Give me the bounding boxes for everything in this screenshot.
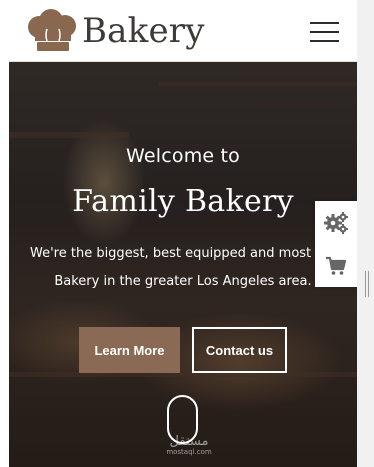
hero-section: Welcome to Family Bakery We're the bigge… [9,62,357,467]
scrollbar-handle[interactable] [365,271,369,297]
gears-icon [324,211,348,234]
cart-icon [326,256,347,275]
logo-link[interactable]: Bakery [25,9,205,53]
chef-hat-icon [28,9,76,51]
menu-bar [310,40,339,42]
side-widget [315,201,357,287]
hero-welcome-text: Welcome to [125,145,241,167]
logo-text: Bakery [82,11,205,51]
page-frame: Bakery Welcome to Family Bakery We're th… [9,0,357,467]
learn-more-button[interactable]: Learn More [79,327,180,373]
settings-button[interactable] [315,201,357,244]
menu-bar [310,22,339,24]
contact-us-button[interactable]: Contact us [192,327,287,373]
site-header: Bakery [9,0,357,62]
hero-title: Family Bakery [72,184,294,219]
hero-description-line2: Bakery in the greater Los Angeles area. [54,274,312,289]
watermark-arabic: مستقل [169,434,209,449]
watermark: مستقل mostaql.com [149,434,229,456]
page-scrollbar-track [357,0,374,467]
hamburger-menu-icon[interactable] [310,18,340,44]
hero-description-line1: We're the biggest, best equipped and mos… [30,246,356,261]
menu-bar [310,31,339,33]
watermark-latin: mostaql.com [166,448,212,456]
cart-button[interactable] [315,244,357,287]
